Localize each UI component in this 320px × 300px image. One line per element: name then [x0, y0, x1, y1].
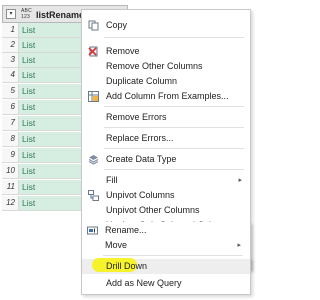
menu-item-drill-down[interactable]: Drill Down — [82, 258, 250, 274]
row-number: 3 — [2, 53, 19, 67]
row-number: 11 — [2, 180, 19, 194]
menu-item-label: Duplicate Column — [106, 76, 178, 86]
row-number: 6 — [2, 100, 19, 114]
menu-item-label: Remove Other Columns — [106, 61, 203, 71]
menu-separator — [104, 106, 244, 107]
menu-item-replace-errors[interactable]: Replace Errors... — [82, 131, 250, 146]
type-any-icon[interactable]: ABC 123 — [21, 8, 32, 20]
menu-item-rename[interactable]: Rename... — [81, 223, 249, 238]
menu-separator — [104, 127, 244, 128]
row-number: 7 — [2, 116, 19, 130]
menu-item-remove-other-columns[interactable]: Remove Other Columns — [82, 59, 250, 74]
menu-item-label: Fill — [106, 175, 118, 185]
menu-item-label: Move — [105, 240, 128, 250]
column-menu-button[interactable]: ▾ — [6, 9, 16, 19]
menu-item-label: Copy — [106, 20, 128, 30]
menu-bottom-section: Drill Down Add as New Query — [81, 258, 251, 295]
add-column-from-examples-icon — [88, 91, 99, 102]
menu-separator — [103, 255, 243, 256]
menu-item-label: Add as New Query — [106, 278, 182, 288]
copy-icon — [88, 20, 99, 31]
menu-item-unpivot-other-columns[interactable]: Unpivot Other Columns — [82, 203, 250, 218]
menu-item-add-as-new-query[interactable]: Add as New Query — [82, 276, 250, 291]
unpivot-icon — [88, 190, 99, 201]
row-number: 8 — [2, 132, 19, 146]
menu-item-label: Drill Down — [106, 261, 148, 271]
menu-item-fill[interactable]: Fill ▸ — [82, 173, 250, 188]
row-number: 4 — [2, 68, 19, 82]
menu-item-remove[interactable]: Remove — [82, 44, 250, 59]
menu-item-copy[interactable]: Copy — [82, 18, 250, 33]
submenu-arrow-icon: ▸ — [238, 177, 242, 184]
menu-item-add-column-from-examples[interactable]: Add Column From Examples... — [82, 89, 250, 104]
row-number: 12 — [2, 196, 19, 210]
menu-separator — [104, 169, 244, 170]
menu-item-label: Unpivot Columns — [106, 190, 175, 200]
submenu-arrow-icon: ▸ — [237, 242, 241, 249]
row-number: 1 — [2, 23, 19, 37]
menu-separator — [104, 37, 244, 38]
menu-item-duplicate-column[interactable]: Duplicate Column — [82, 74, 250, 89]
row-number: 9 — [2, 148, 19, 162]
menu-item-label: Remove Errors — [106, 112, 167, 122]
row-number: 5 — [2, 84, 19, 98]
menu-item-label: Replace Errors... — [106, 133, 174, 143]
row-number: 2 — [2, 38, 19, 52]
menu-item-move[interactable]: Move ▸ — [81, 238, 249, 253]
menu-item-label: Remove — [106, 46, 140, 56]
type-any-icon-line2: 123 — [21, 14, 30, 20]
remove-column-icon — [88, 46, 99, 57]
menu-item-label: Add Column From Examples... — [106, 91, 229, 101]
menu-item-remove-errors[interactable]: Remove Errors — [82, 110, 250, 125]
row-number: 10 — [2, 164, 19, 178]
menu-item-label: Create Data Type — [106, 154, 177, 164]
data-type-stack-icon — [88, 154, 99, 165]
menu-separator — [104, 148, 244, 149]
menu-item-label: Unpivot Other Columns — [106, 205, 200, 215]
menu-item-create-data-type[interactable]: Create Data Type — [82, 152, 250, 167]
menu-item-unpivot-columns[interactable]: Unpivot Columns — [82, 188, 250, 203]
menu-item-label: Rename... — [105, 225, 147, 235]
rename-icon — [87, 225, 98, 236]
